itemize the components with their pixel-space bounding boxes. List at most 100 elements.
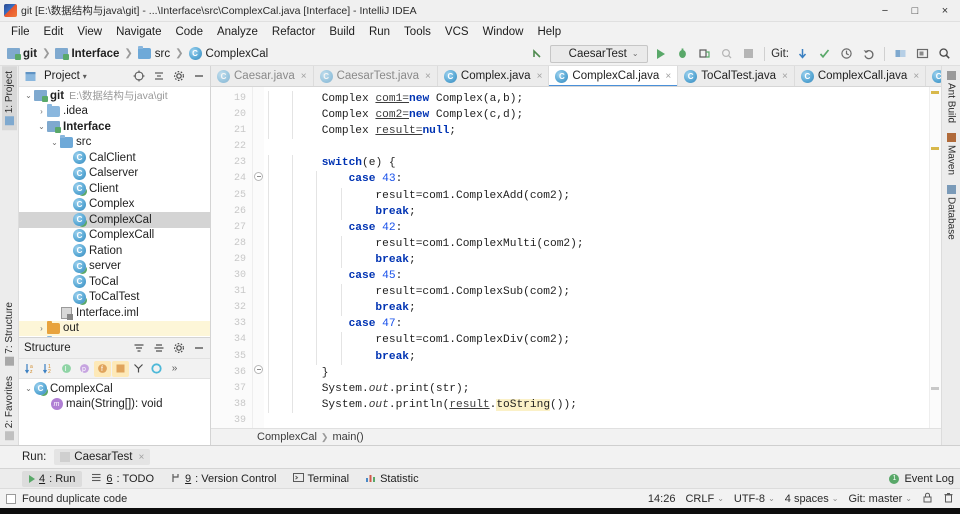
bottom-tab-todo[interactable]: 6: TODO bbox=[84, 470, 161, 488]
locate-target-icon[interactable] bbox=[130, 68, 147, 85]
tree-toggle-icon[interactable]: ⌄ bbox=[23, 384, 34, 393]
maximize-button[interactable]: □ bbox=[900, 0, 930, 21]
menu-edit[interactable]: Edit bbox=[37, 24, 71, 40]
tool-tab-maven[interactable]: Maven bbox=[944, 128, 959, 180]
run-with-coverage-button[interactable] bbox=[695, 44, 714, 63]
project-tree-item-git[interactable]: ⌄ git E:\数据结构与java\git bbox=[19, 88, 210, 104]
project-tree-item-calclient[interactable]: C CalClient bbox=[19, 150, 210, 166]
structure-tree-item[interactable]: m main(String[]): void bbox=[19, 397, 210, 413]
project-tree-item--idea[interactable]: › .idea bbox=[19, 103, 210, 120]
tree-toggle-icon[interactable]: ⌄ bbox=[36, 122, 47, 131]
close-icon[interactable]: × bbox=[301, 71, 307, 82]
tool-tab-project[interactable]: 1: Project bbox=[1, 66, 17, 131]
menu-navigate[interactable]: Navigate bbox=[109, 24, 168, 40]
project-tree-item-complex[interactable]: C Complex bbox=[19, 197, 210, 213]
bottom-tab-version-control[interactable]: 9: Version Control bbox=[163, 470, 283, 488]
menu-refactor[interactable]: Refactor bbox=[265, 24, 322, 40]
gear-icon[interactable] bbox=[170, 68, 187, 85]
search-icon[interactable] bbox=[935, 44, 954, 63]
close-icon[interactable]: × bbox=[913, 71, 919, 82]
project-tree-item-calserver[interactable]: C Calserver bbox=[19, 166, 210, 182]
project-tree-item-ration[interactable]: C Ration bbox=[19, 243, 210, 259]
menu-help[interactable]: Help bbox=[530, 24, 568, 40]
project-tree-item-tocal[interactable]: C ToCal bbox=[19, 274, 210, 290]
sort-alphabetically-icon[interactable]: az bbox=[22, 361, 39, 377]
menu-tools[interactable]: Tools bbox=[397, 24, 438, 40]
update-project-icon[interactable] bbox=[793, 44, 812, 63]
editor-tab-complexcal-java[interactable]: C ComplexCal.java × bbox=[549, 66, 679, 86]
project-tree-item-interface[interactable]: ⌄ Interface bbox=[19, 119, 210, 135]
status-indent[interactable]: 4 spaces ⌄ bbox=[785, 493, 839, 505]
bottom-tab-terminal[interactable]: Terminal bbox=[286, 470, 357, 488]
hide-panel-icon[interactable] bbox=[190, 68, 207, 85]
back-arrow-icon[interactable] bbox=[528, 44, 547, 63]
breadcrumb-interface[interactable]: Interface bbox=[52, 47, 122, 61]
close-icon[interactable]: × bbox=[665, 71, 671, 82]
menu-view[interactable]: View bbox=[70, 24, 109, 40]
project-tree-item-client[interactable]: C Client bbox=[19, 181, 210, 197]
editor-scrollbar[interactable] bbox=[929, 87, 941, 428]
chevron-down-icon[interactable]: ▾ bbox=[83, 72, 87, 81]
editor-body[interactable]: 19 20 21 22 23 24 25 26 27 28 29 30 31 32 33 34 35 36 37 38… bbox=[211, 87, 941, 428]
collapse-all-icon[interactable] bbox=[150, 340, 167, 357]
fold-marker-icon[interactable] bbox=[254, 172, 263, 181]
menu-code[interactable]: Code bbox=[168, 24, 210, 40]
breadcrumb-class[interactable]: ComplexCal bbox=[257, 431, 317, 443]
breadcrumb-src[interactable]: src bbox=[135, 46, 173, 61]
status-encoding[interactable]: UTF-8 ⌄ bbox=[734, 493, 775, 505]
run-configuration-selector[interactable]: CaesarTest ⌄ bbox=[550, 44, 649, 63]
commit-check-icon[interactable] bbox=[815, 44, 834, 63]
project-tree-item-tocaltest[interactable]: C ToCalTest bbox=[19, 290, 210, 306]
editor-tab-caesartest-java[interactable]: C CaesarTest.java × bbox=[314, 66, 438, 86]
menu-run[interactable]: Run bbox=[362, 24, 397, 40]
menu-file[interactable]: File bbox=[4, 24, 37, 40]
tree-toggle-icon[interactable]: ⌄ bbox=[23, 91, 34, 100]
profile-button[interactable] bbox=[717, 44, 736, 63]
editor-tab-tocaltest-java[interactable]: C ToCalTest.java × bbox=[678, 66, 795, 86]
code-folding-column[interactable] bbox=[253, 87, 264, 428]
tool-tab-favorites[interactable]: 2: Favorites bbox=[2, 371, 17, 445]
project-tree-item-interface-iml[interactable]: Interface.iml bbox=[19, 305, 210, 321]
event-log-label[interactable]: Event Log bbox=[904, 473, 954, 485]
trash-icon[interactable] bbox=[943, 492, 954, 506]
close-icon[interactable]: × bbox=[537, 71, 543, 82]
close-icon[interactable]: × bbox=[138, 452, 144, 463]
editor-tab-tocal-java[interactable]: CToCal.java× bbox=[926, 66, 941, 86]
expand-all-icon[interactable] bbox=[130, 340, 147, 357]
debug-button[interactable] bbox=[673, 44, 692, 63]
close-icon[interactable]: × bbox=[425, 71, 431, 82]
breadcrumb-complexcal[interactable]: C ComplexCal bbox=[186, 46, 272, 61]
bottom-tab-statistic[interactable]: Statistic bbox=[358, 470, 426, 488]
scroll-from-source-icon[interactable] bbox=[130, 361, 147, 377]
fold-marker-icon[interactable] bbox=[254, 365, 263, 374]
structure-tree-item[interactable]: ⌄ C ComplexCal bbox=[19, 381, 210, 397]
code-content[interactable]: Complex com1=new Complex(a,b); Complex c… bbox=[264, 87, 941, 428]
project-structure-icon[interactable] bbox=[891, 44, 910, 63]
gear-icon[interactable] bbox=[170, 340, 187, 357]
menu-vcs[interactable]: VCS bbox=[438, 24, 476, 40]
project-tree-item-server[interactable]: Cserver bbox=[19, 259, 210, 275]
minimize-button[interactable]: − bbox=[870, 0, 900, 21]
sort-by-visibility-icon[interactable]: 12 bbox=[40, 361, 57, 377]
show-properties-icon[interactable]: p bbox=[76, 361, 93, 377]
run-button[interactable] bbox=[651, 44, 670, 63]
tool-tab-structure[interactable]: 7: Structure bbox=[2, 297, 17, 371]
tool-tab-ant-build[interactable]: Ant Build bbox=[944, 66, 959, 128]
project-tree-item-out[interactable]: › out bbox=[19, 320, 210, 336]
show-inherited-icon[interactable]: I bbox=[58, 361, 75, 377]
project-tree-item-src[interactable]: ⌄ src bbox=[19, 134, 210, 151]
project-tree-item-complexcall[interactable]: C ComplexCall bbox=[19, 228, 210, 244]
project-tree[interactable]: ⌄ git E:\数据结构与java\git › .idea ⌄ Interface ⌄ src… bbox=[19, 87, 210, 337]
settings-layout-icon[interactable] bbox=[913, 44, 932, 63]
project-tree-item-complexcal[interactable]: C ComplexCal bbox=[19, 212, 210, 228]
editor-tab-complex-java[interactable]: C Complex.java × bbox=[438, 66, 550, 86]
close-button[interactable]: × bbox=[930, 0, 960, 21]
tree-toggle-icon[interactable]: ⌄ bbox=[49, 138, 60, 147]
structure-tree[interactable]: ⌄ C ComplexCal m main(String[]): void bbox=[19, 379, 210, 445]
tool-tab-database[interactable]: Database bbox=[944, 180, 959, 245]
breadcrumb-method[interactable]: main() bbox=[332, 431, 363, 443]
show-fields-icon[interactable]: f bbox=[94, 360, 111, 377]
tree-toggle-icon[interactable]: › bbox=[36, 324, 47, 333]
revert-icon[interactable] bbox=[859, 44, 878, 63]
show-non-public-icon[interactable] bbox=[112, 360, 129, 377]
